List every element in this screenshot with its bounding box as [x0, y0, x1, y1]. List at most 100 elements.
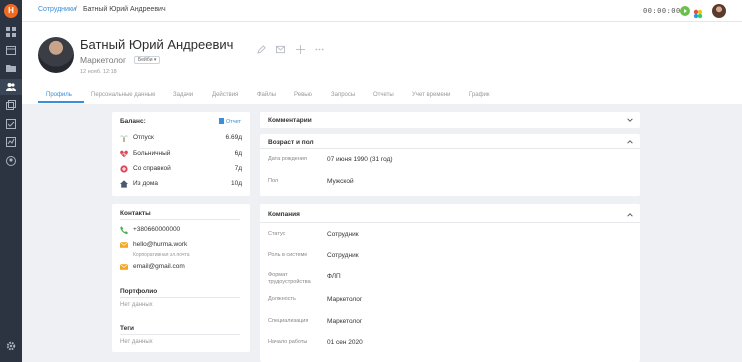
report-link[interactable]: Отчет [219, 118, 241, 125]
chevron-up-icon[interactable] [626, 138, 634, 146]
current-user-avatar[interactable] [712, 4, 726, 18]
analytics-icon[interactable] [6, 137, 16, 147]
breadcrumb-employees-link[interactable]: Сотрудники [38, 6, 76, 13]
tab-actions[interactable]: Действия [212, 92, 238, 98]
profile-actions [257, 41, 330, 59]
field-label: Формат трудоустройства [268, 272, 311, 285]
calendar-icon[interactable] [6, 45, 16, 55]
tab-profile[interactable]: Профиль [46, 92, 72, 98]
profile-header: Батный Юрий Андреевич Маркетолог Бейби ▾… [22, 22, 742, 104]
comments-title: Комментарии [268, 117, 312, 124]
medkit-icon [120, 165, 128, 173]
employee-name: Батный Юрий Андреевич [80, 37, 234, 52]
palm-tree-icon [120, 134, 128, 142]
field-label: Начало работы [268, 339, 308, 345]
play-icon[interactable] [680, 6, 690, 16]
divider [260, 148, 640, 149]
sex-value: Мужской [327, 178, 354, 185]
top-bar: Сотрудники / Батный Юрий Андреевич 00:00… [22, 0, 742, 22]
user-circle-icon[interactable] [6, 156, 16, 166]
heart-icon [120, 150, 128, 158]
field-value: Маркетолог [327, 318, 363, 325]
field-value: ФЛП [327, 273, 341, 280]
hurma-logo[interactable]: H [4, 4, 18, 18]
portfolio-empty: Нет данных [120, 302, 153, 308]
employee-position: Маркетолог [80, 55, 127, 65]
tags-empty: Нет данных [120, 339, 153, 345]
balance-row: Из дома 10д [120, 179, 242, 189]
balance-title: Баланс: [120, 118, 146, 125]
active-tab-underline [38, 101, 84, 103]
balance-row: Больничный 6д [120, 149, 242, 159]
age-sex-panel: Возраст и пол Дата рождения 07 июня 1990… [260, 134, 640, 196]
company-panel: Компания Статус Сотрудник Роль в системе… [260, 204, 640, 362]
chevron-down-icon[interactable] [626, 116, 634, 124]
balance-row: Со справкой 7д [120, 164, 242, 174]
divider [120, 219, 240, 220]
tab-requests[interactable]: Запросы [331, 92, 355, 98]
tab-reports[interactable]: Отчеты [373, 92, 394, 98]
personal-email[interactable]: email@gmail.com [133, 263, 185, 270]
balance-value: 6.69д [225, 134, 242, 141]
checklist-icon[interactable] [6, 119, 16, 129]
tab-schedule[interactable]: График [469, 92, 490, 98]
phone-number[interactable]: +380660000000 [133, 226, 180, 233]
tab-personal-data[interactable]: Персональные данные [91, 92, 155, 98]
more-dots-icon[interactable] [315, 45, 324, 54]
balance-row: Отпуск 6.69д [120, 133, 242, 143]
field-label: Пол [268, 178, 279, 184]
edit-pencil-icon[interactable] [257, 45, 266, 54]
balance-label: Отпуск [133, 134, 154, 141]
comments-panel[interactable]: Комментарии [260, 112, 640, 128]
work-email[interactable]: hello@hurma.work [133, 241, 187, 248]
balance-card: Баланс: Отчет Отпуск 6.69д Больничный 6д… [112, 112, 250, 196]
profile-avatar[interactable] [38, 37, 74, 73]
document-icon [219, 118, 224, 124]
sidebar: H [0, 0, 22, 362]
field-label: Статус [268, 231, 286, 237]
divider [120, 297, 240, 298]
balance-value: 6д [234, 150, 242, 157]
mail-icon [119, 263, 129, 271]
plus-icon[interactable] [295, 45, 305, 54]
contacts-title: Контакты [120, 210, 151, 217]
divider [260, 222, 640, 223]
breadcrumb-current: Батный Юрий Андреевич [83, 6, 166, 13]
home-icon [120, 180, 128, 188]
company-title: Компания [268, 211, 300, 218]
age-sex-title: Возраст и пол [268, 139, 314, 146]
report-link-label: Отчет [226, 119, 242, 125]
apps-icon[interactable] [693, 6, 703, 19]
balance-value: 7д [234, 165, 242, 172]
tab-tasks[interactable]: Задачи [173, 92, 193, 98]
folder-icon[interactable] [6, 63, 16, 73]
portfolio-title: Портфолио [120, 288, 158, 295]
field-value: 01 сен 2020 [327, 339, 363, 346]
last-seen: 12 нояб. 12:18 [80, 69, 117, 75]
mail-icon [119, 241, 129, 249]
balance-value: 10д [230, 180, 242, 187]
tab-time-tracking[interactable]: Учет времени [412, 92, 450, 98]
balance-label: Больничный [133, 150, 171, 157]
field-value: Маркетолог [327, 296, 363, 303]
field-label: Специализация [268, 318, 309, 324]
copy-icon[interactable] [6, 100, 16, 110]
tab-files[interactable]: Файлы [257, 92, 276, 98]
tab-reviews[interactable]: Ревью [294, 92, 312, 98]
people-icon[interactable] [6, 82, 16, 92]
field-label: Дата рождения [268, 156, 307, 162]
dashboard-icon[interactable] [6, 27, 16, 37]
field-value: Сотрудник [327, 252, 359, 259]
tags-title: Теги [120, 325, 134, 332]
field-value: Сотрудник [327, 231, 359, 238]
field-label: Роль в системе [268, 252, 308, 258]
chevron-up-icon[interactable] [626, 211, 634, 219]
mail-icon[interactable] [276, 45, 286, 54]
breadcrumb-separator: / [75, 6, 77, 13]
birth-date-value: 07 июня 1990 (31 год) [327, 156, 393, 163]
status-badge[interactable]: Бейби ▾ [134, 56, 161, 64]
phone-icon [120, 226, 128, 234]
balance-label: Со справкой [133, 165, 171, 172]
divider [120, 334, 240, 335]
settings-gear-icon[interactable] [6, 341, 16, 351]
